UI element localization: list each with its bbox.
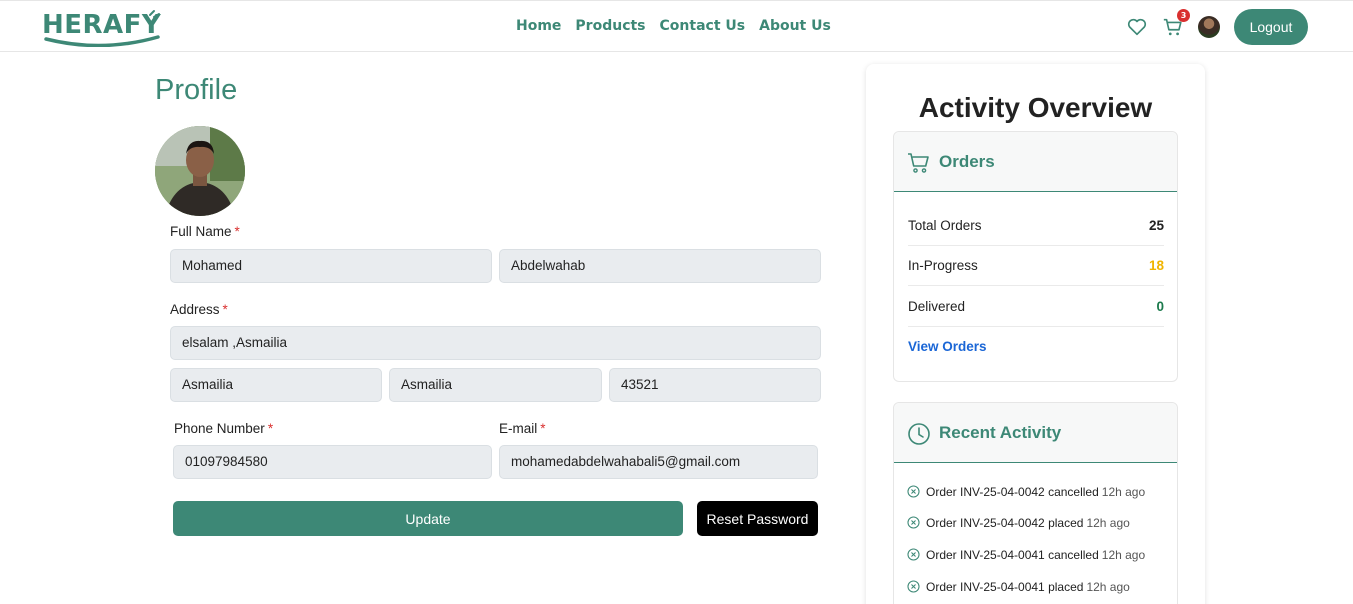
navbar: HERAFY Home Products Contact Us About Us… bbox=[0, 0, 1353, 52]
required-mark: * bbox=[222, 302, 228, 317]
activity-time: 12h ago bbox=[1101, 548, 1146, 562]
cart-icon bbox=[907, 151, 931, 175]
profile-photo-image bbox=[155, 126, 245, 216]
stat-total-orders: Total Orders 25 bbox=[908, 206, 1164, 246]
x-circle-icon bbox=[907, 485, 920, 498]
stat-label: Total Orders bbox=[908, 218, 982, 233]
phone-label: Phone Number * bbox=[174, 421, 273, 436]
update-button[interactable]: Update bbox=[173, 501, 683, 536]
email-label: E-mail * bbox=[499, 421, 546, 436]
activity-text: Order INV-25-04-0042 placed bbox=[926, 516, 1084, 530]
recent-activity-title: Recent Activity bbox=[939, 423, 1062, 442]
heart-icon[interactable] bbox=[1126, 16, 1148, 38]
state-field[interactable]: Asmailia bbox=[389, 368, 602, 402]
stat-value: 25 bbox=[1148, 218, 1164, 233]
logo-swoosh-icon bbox=[44, 10, 160, 47]
recent-activity-header: Recent Activity bbox=[894, 403, 1177, 463]
reset-password-button[interactable]: Reset Password bbox=[697, 501, 818, 536]
logout-button[interactable]: Logout bbox=[1234, 9, 1308, 45]
stat-value: 0 bbox=[1156, 299, 1164, 314]
page-title: Profile bbox=[155, 74, 238, 106]
required-mark: * bbox=[234, 224, 240, 239]
orders-title: Orders bbox=[939, 152, 995, 171]
stat-delivered: Delivered 0 bbox=[908, 287, 1164, 327]
street-address-field[interactable]: elsalam ,Asmailia bbox=[170, 326, 821, 360]
nav-about-us[interactable]: About Us bbox=[759, 18, 831, 34]
nav-products[interactable]: Products bbox=[575, 18, 645, 34]
user-avatar[interactable] bbox=[1198, 16, 1220, 38]
stat-label: Delivered bbox=[908, 299, 966, 314]
herafy-logo[interactable]: HERAFY bbox=[42, 9, 164, 47]
activity-text: Order INV-25-04-0041 cancelled bbox=[926, 548, 1099, 562]
nav-home[interactable]: Home bbox=[516, 18, 561, 34]
city-field[interactable]: Asmailia bbox=[170, 368, 382, 402]
nav-contact-us[interactable]: Contact Us bbox=[660, 18, 746, 34]
cart-icon[interactable]: 3 bbox=[1162, 9, 1190, 38]
full-name-label: Full Name * bbox=[170, 224, 240, 239]
clock-icon bbox=[907, 422, 931, 446]
activity-item: Order INV-25-04-0041 placed 12h ago bbox=[907, 580, 1130, 594]
phone-label-text: Phone Number bbox=[174, 421, 265, 436]
required-mark: * bbox=[540, 421, 546, 436]
recent-activity-card: Recent Activity Order INV-25-04-0042 can… bbox=[893, 402, 1178, 604]
x-circle-icon bbox=[907, 580, 920, 593]
full-name-label-text: Full Name bbox=[170, 224, 232, 239]
phone-field[interactable]: 01097984580 bbox=[173, 445, 492, 479]
email-field[interactable]: mohamedabdelwahabali5@gmail.com bbox=[499, 445, 818, 479]
activity-item: Order INV-25-04-0042 cancelled 12h ago bbox=[907, 485, 1145, 499]
required-mark: * bbox=[267, 421, 274, 436]
activity-overview-panel: Activity Overview Orders Total Orders 25… bbox=[866, 64, 1205, 604]
first-name-field[interactable]: Mohamed bbox=[170, 249, 492, 283]
activity-time: 12h ago bbox=[1086, 516, 1130, 530]
activity-time: 12h ago bbox=[1101, 485, 1146, 499]
cart-count-badge: 3 bbox=[1177, 9, 1190, 22]
zip-field[interactable]: 43521 bbox=[609, 368, 821, 402]
stat-in-progress: In-Progress 18 bbox=[908, 246, 1164, 286]
activity-time: 12h ago bbox=[1086, 580, 1130, 594]
stat-value: 18 bbox=[1148, 258, 1164, 273]
address-label: Address * bbox=[170, 302, 228, 317]
x-circle-icon bbox=[907, 548, 920, 561]
address-label-text: Address bbox=[170, 302, 220, 317]
overview-title: Activity Overview bbox=[918, 92, 1153, 123]
orders-card-header: Orders bbox=[894, 132, 1177, 192]
email-label-text: E-mail bbox=[499, 421, 538, 436]
activity-item: Order INV-25-04-0041 cancelled 12h ago bbox=[907, 548, 1145, 562]
activity-text: Order INV-25-04-0041 placed bbox=[926, 580, 1084, 594]
last-name-field[interactable]: Abdelwahab bbox=[499, 249, 821, 283]
x-circle-icon bbox=[907, 516, 920, 529]
orders-card: Orders Total Orders 25 In-Progress 18 De… bbox=[893, 131, 1178, 382]
activity-item: Order INV-25-04-0042 placed 12h ago bbox=[907, 516, 1130, 530]
view-orders-link[interactable]: View Orders bbox=[908, 339, 987, 354]
nav-links: Home Products Contact Us About Us bbox=[516, 18, 831, 34]
stat-label: In-Progress bbox=[908, 258, 978, 273]
profile-photo[interactable] bbox=[155, 126, 245, 216]
activity-text: Order INV-25-04-0042 cancelled bbox=[926, 485, 1099, 499]
